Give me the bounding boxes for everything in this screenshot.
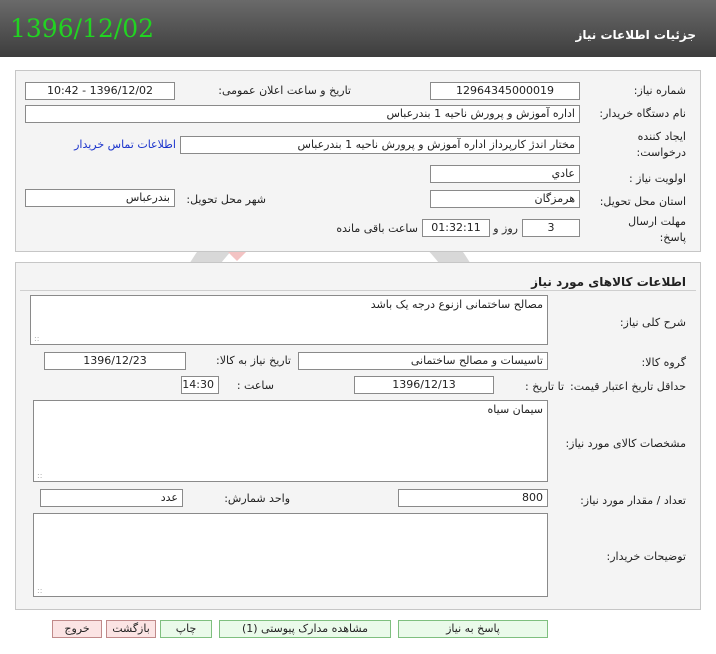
goods-section-title: اطلاعات کالاهای مورد نیاز [531,275,686,289]
goods-spec-textarea[interactable]: سیمان سیاه :: [33,400,548,482]
remaining-label: ساعت باقی مانده [336,222,418,235]
buyer-org-label: نام دستگاه خریدار: [599,107,686,120]
page-title: جزئیات اطلاعات نیاز [575,28,696,42]
back-button[interactable]: بازگشت [106,620,156,638]
need-date-field: 1396/12/23 [44,352,186,370]
buyer-contact-link[interactable]: اطلاعات تماس خریدار [74,138,176,151]
creator-label-line2: درخواست: [636,146,686,159]
buyer-notes-label: توضیحات خریدار: [606,550,687,563]
unit-label: واحد شمارش: [224,492,290,505]
deadline-time-field: 01:32:11 [422,219,490,237]
announce-datetime-field: 1396/12/02 - 10:42 [25,82,175,100]
goods-spec-label: مشخصات کالای مورد نیاز: [565,437,686,450]
creator-label-line1: ایجاد کننده [637,130,686,143]
city-label: شهر محل تحویل: [186,193,266,206]
summary-text: مصالح ساختمانی ازنوع درجه یک باشد [370,298,543,311]
price-validity-label: حداقل تاریخ اعتبار قیمت: [570,380,686,393]
goods-group-label: گروه کالا: [641,356,686,369]
need-date-label: تاریخ نیاز به کالا: [216,354,291,367]
goods-group-field: تاسیسات و مصالح ساختمانی [298,352,548,370]
priority-field: عادي [430,165,580,183]
goods-spec-text: سیمان سیاه [487,403,543,416]
priority-label: اولویت نیاز : [628,172,686,185]
summary-label: شرح کلی نیاز: [619,316,686,329]
validity-time-label: ساعت : [236,379,274,392]
until-date-label: تا تاریخ : [525,380,564,393]
resize-grip-icon[interactable]: :: [34,334,39,343]
quantity-field: 800 [398,489,548,507]
date-stamp: 1396/12/02 [10,14,155,43]
city-field: بندرعباس [25,189,175,207]
province-field: هرمزگان [430,190,580,208]
deadline-label-line1: مهلت ارسال [628,215,686,228]
reply-to-need-button[interactable]: پاسخ به نیاز [398,620,548,638]
creator-field: مختار اندژ کارپرداز اداره آموزش و پرورش … [180,136,580,154]
province-label: استان محل تحویل: [599,195,686,208]
unit-field: عدد [40,489,183,507]
deadline-label-line2: پاسخ: [659,231,686,244]
buyer-notes-textarea[interactable]: :: [33,513,548,597]
view-attachments-button[interactable]: مشاهده مدارک پیوستی (1) [219,620,391,638]
buyer-org-field: اداره آموزش و پرورش ناحیه 1 بندرعباس [25,105,580,123]
need-number-label: شماره نیاز: [633,84,686,97]
summary-textarea[interactable]: مصالح ساختمانی ازنوع درجه یک باشد :: [30,295,548,345]
deadline-days-field: 3 [522,219,580,237]
print-button[interactable]: چاپ [160,620,212,638]
resize-grip-icon[interactable]: :: [37,471,42,480]
resize-grip-icon[interactable]: :: [37,586,42,595]
goods-title-divider [20,290,696,291]
need-number-field: 12964345000019 [430,82,580,100]
quantity-label: تعداد / مقدار مورد نیاز: [580,494,686,507]
days-label: روز و [493,222,518,235]
until-date-field: 1396/12/13 [354,376,494,394]
announce-datetime-label: تاریخ و ساعت اعلان عمومی: [218,84,351,97]
validity-time-field: 14:30 [181,376,219,394]
exit-button[interactable]: خروج [52,620,102,638]
